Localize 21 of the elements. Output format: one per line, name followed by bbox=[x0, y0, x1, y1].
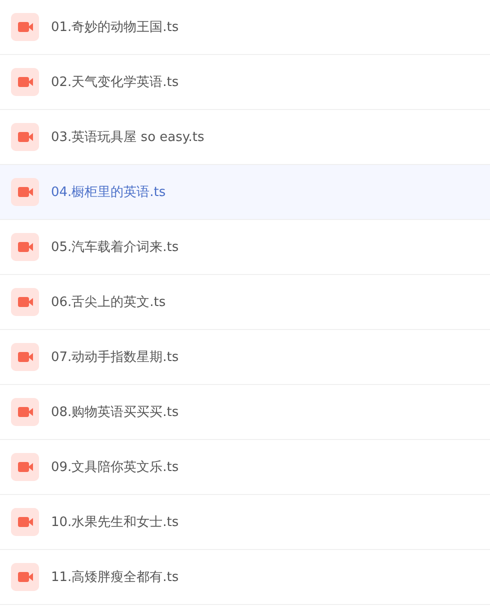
file-name: 01.奇妙的动物王国.ts bbox=[51, 19, 179, 36]
file-row[interactable]: 01.奇妙的动物王国.ts bbox=[0, 0, 490, 55]
file-row[interactable]: 11.高矮胖瘦全都有.ts bbox=[0, 550, 490, 605]
file-row[interactable]: 10.水果先生和女士.ts bbox=[0, 495, 490, 550]
file-row[interactable]: 09.文具陪你英文乐.ts bbox=[0, 440, 490, 495]
file-name: 10.水果先生和女士.ts bbox=[51, 514, 179, 531]
file-row[interactable]: 08.购物英语买买买.ts bbox=[0, 385, 490, 440]
file-name: 05.汽车载着介词来.ts bbox=[51, 239, 179, 256]
file-row[interactable]: 06.舌尖上的英文.ts bbox=[0, 275, 490, 330]
file-name: 11.高矮胖瘦全都有.ts bbox=[51, 569, 179, 586]
file-row[interactable]: 07.动动手指数星期.ts bbox=[0, 330, 490, 385]
file-name: 02.天气变化学英语.ts bbox=[51, 74, 179, 91]
file-row[interactable]: 05.汽车载着介词来.ts bbox=[0, 220, 490, 275]
file-name: 07.动动手指数星期.ts bbox=[51, 349, 179, 366]
file-name: 06.舌尖上的英文.ts bbox=[51, 294, 166, 311]
file-name: 03.英语玩具屋 so easy.ts bbox=[51, 129, 204, 146]
file-name: 09.文具陪你英文乐.ts bbox=[51, 459, 179, 476]
file-row[interactable]: 02.天气变化学英语.ts bbox=[0, 55, 490, 110]
file-row[interactable]: 04.橱柜里的英语.ts bbox=[0, 165, 490, 220]
file-name: 08.购物英语买买买.ts bbox=[51, 404, 179, 421]
file-name: 04.橱柜里的英语.ts bbox=[51, 184, 166, 201]
